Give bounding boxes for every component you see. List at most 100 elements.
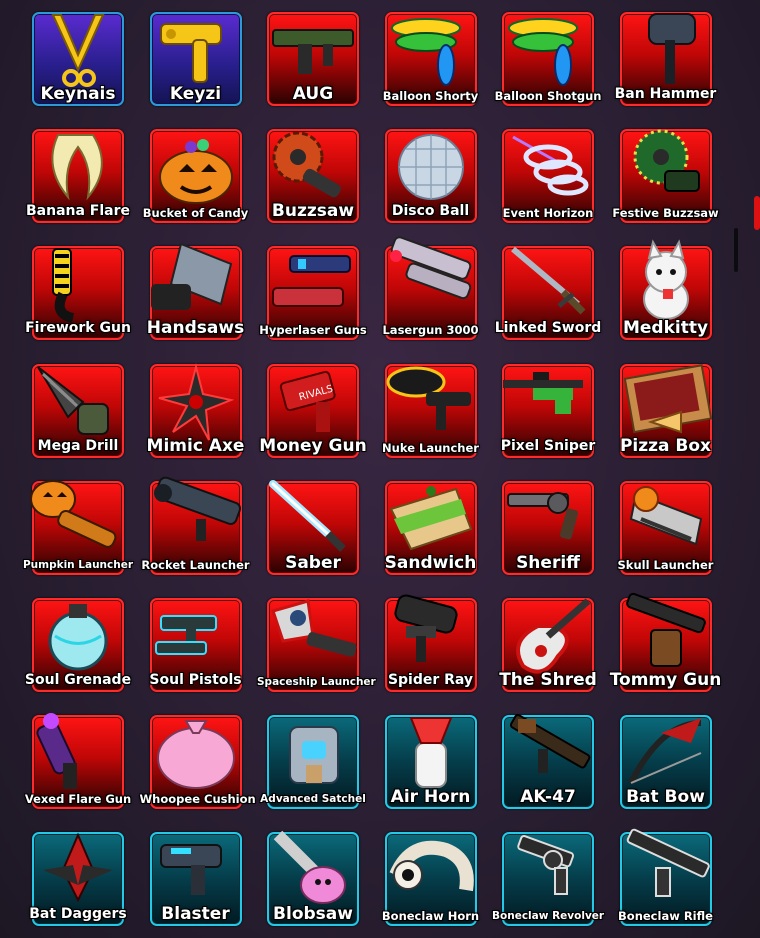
handsaw-icon <box>150 243 232 311</box>
inventory-item[interactable]: Balloon Shotgun <box>495 12 601 106</box>
pumpkin-bucket-icon <box>158 139 233 205</box>
inventory-item[interactable]: Boneclaw Horn <box>382 832 479 927</box>
inventory-item[interactable]: Medkitty <box>619 239 712 341</box>
inventory-item[interactable]: The Shred <box>499 598 597 692</box>
inventory-item[interactable]: Disco Ball <box>384 129 477 224</box>
guitar-icon <box>516 598 591 674</box>
inventory-item[interactable]: Bucket of Candy <box>143 129 248 224</box>
light-saber-icon <box>269 479 346 552</box>
satchel-icon <box>289 726 339 785</box>
skull-launcher-icon <box>629 485 702 546</box>
inventory-item[interactable]: Sheriff <box>502 480 594 575</box>
scrollbar-track[interactable] <box>734 228 738 272</box>
item-name-label: Rocket Launcher <box>141 557 250 572</box>
inventory-item[interactable]: Skull Launcher <box>618 480 713 575</box>
balloon-shotgun-icon <box>390 18 461 86</box>
golden-crossed-blades-icon <box>51 14 105 87</box>
inventory-item[interactable]: Vexed Flare Gun <box>25 713 131 810</box>
bone-revolver-icon <box>517 835 575 896</box>
inventory-item[interactable]: RIVALS Money Gun <box>259 363 367 458</box>
pixel-sniper-icon <box>503 371 583 414</box>
inventory-grid: Keynais Keyzi AUG Balloon Shorty Balloon Sho… <box>0 0 760 938</box>
item-name-label: Nuke Launcher <box>382 440 479 455</box>
inventory-item[interactable]: Blobsaw <box>267 831 359 927</box>
inventory-item[interactable]: Mega Drill <box>32 363 124 458</box>
inventory-item[interactable]: Whoopee Cushion <box>140 715 256 810</box>
inventory-item[interactable]: Pizza Box <box>619 363 712 458</box>
item-name-label: Whoopee Cushion <box>139 792 256 807</box>
blobsaw-icon <box>273 831 346 905</box>
inventory-item[interactable]: Event Horizon <box>502 129 594 224</box>
banana-icon <box>51 134 103 201</box>
inventory-item[interactable]: Soul Pistols <box>149 598 242 692</box>
item-name-label: Bucket of Candy <box>142 206 249 221</box>
green-rifle-icon <box>272 29 354 74</box>
item-name-label: Boneclaw Rifle <box>618 909 713 924</box>
inventory-item[interactable]: Keynais <box>32 12 124 106</box>
pumpkin-launcher-icon <box>30 479 117 548</box>
inventory-item[interactable]: Linked Sword <box>495 246 601 341</box>
spider-ray-icon <box>393 594 458 662</box>
inventory-item[interactable]: Hyperlaser Guns <box>259 246 367 341</box>
hammer-icon <box>647 13 696 84</box>
disco-ball-icon <box>397 134 464 201</box>
nuke-launcher-icon <box>386 366 471 430</box>
inventory-item[interactable]: Spaceship Launcher <box>257 598 376 692</box>
inventory-item[interactable]: Advanced Satchel <box>260 715 366 810</box>
inventory-item[interactable]: Balloon Shorty <box>383 12 478 106</box>
inventory-item[interactable]: Bat Daggers <box>29 832 127 927</box>
inventory-item[interactable]: Bat Bow <box>619 715 712 810</box>
inventory-item[interactable]: Mimic Axe <box>147 362 244 458</box>
whoopee-cushion-icon <box>156 720 235 790</box>
inventory-item[interactable]: Lasergun 3000 <box>382 236 479 341</box>
inventory-item[interactable]: Pixel Sniper <box>501 363 595 458</box>
item-name-label: Balloon Shorty <box>382 89 479 103</box>
air-horn-icon <box>409 717 452 789</box>
item-name-label: Event Horizon <box>502 206 594 221</box>
inventory-item[interactable]: Soul Grenade <box>25 598 131 692</box>
cat-icon <box>642 239 689 321</box>
item-name-label: Balloon Shotgun <box>494 89 602 103</box>
inventory-item[interactable]: Sandwich <box>384 480 477 575</box>
inventory-item[interactable]: Tommy Gun <box>610 592 721 692</box>
item-name-label: Pumpkin Launcher <box>22 558 134 571</box>
scrollbar-handle[interactable] <box>754 196 760 230</box>
tommy-gun-icon <box>625 592 706 667</box>
inventory-item[interactable]: Spider Ray <box>384 594 477 692</box>
golden-key-gun-icon <box>159 23 222 83</box>
item-name-label: Boneclaw Horn <box>381 909 480 924</box>
money-gun-icon: RIVALS <box>279 370 336 432</box>
spiral-gun-icon <box>512 135 589 196</box>
inventory-item[interactable]: AUG <box>267 12 359 106</box>
festive-buzzsaw-icon <box>633 129 700 193</box>
inventory-item[interactable]: Festive Buzzsaw <box>612 129 719 224</box>
item-name-label: Festive Buzzsaw <box>612 206 719 221</box>
inventory-item[interactable]: Firework Gun <box>25 246 131 341</box>
inventory-item[interactable]: Buzzsaw <box>267 129 359 224</box>
inventory-item[interactable]: Keyzi <box>149 12 242 106</box>
inventory-item[interactable]: Handsaws <box>147 243 244 341</box>
drill-icon <box>37 365 109 435</box>
firework-gun-icon <box>52 248 75 324</box>
item-name-label: Skull Launcher <box>617 557 714 572</box>
inventory-item[interactable]: AK-47 <box>502 714 594 810</box>
revolver-icon <box>507 491 579 540</box>
spaceship-launcher-icon <box>271 599 357 657</box>
inventory-item[interactable]: Nuke Launcher <box>382 363 479 458</box>
rocket-launcher-icon <box>153 476 241 541</box>
inventory-item[interactable]: Saber <box>267 479 359 575</box>
inventory-item[interactable]: Air Horn <box>384 715 477 810</box>
inventory-item[interactable]: Banana Flare <box>26 129 130 224</box>
inventory-item[interactable]: Pumpkin Launcher <box>23 479 133 575</box>
item-name-label: Hyperlaser Guns <box>259 323 367 338</box>
item-name-label: Spaceship Launcher <box>257 676 376 688</box>
lasergun-icon <box>389 236 471 300</box>
inventory-item[interactable]: Rocket Launcher <box>141 476 250 575</box>
inventory-item[interactable]: Ban Hammer <box>615 12 716 106</box>
blaster-icon <box>159 844 222 896</box>
inventory-item[interactable]: Boneclaw Rifle <box>618 829 713 927</box>
inventory-item[interactable]: Boneclaw Revolver <box>492 832 604 927</box>
inventory-item[interactable]: Blaster <box>149 832 242 927</box>
ak47-icon <box>509 714 591 774</box>
bone-horn-icon <box>389 841 474 892</box>
